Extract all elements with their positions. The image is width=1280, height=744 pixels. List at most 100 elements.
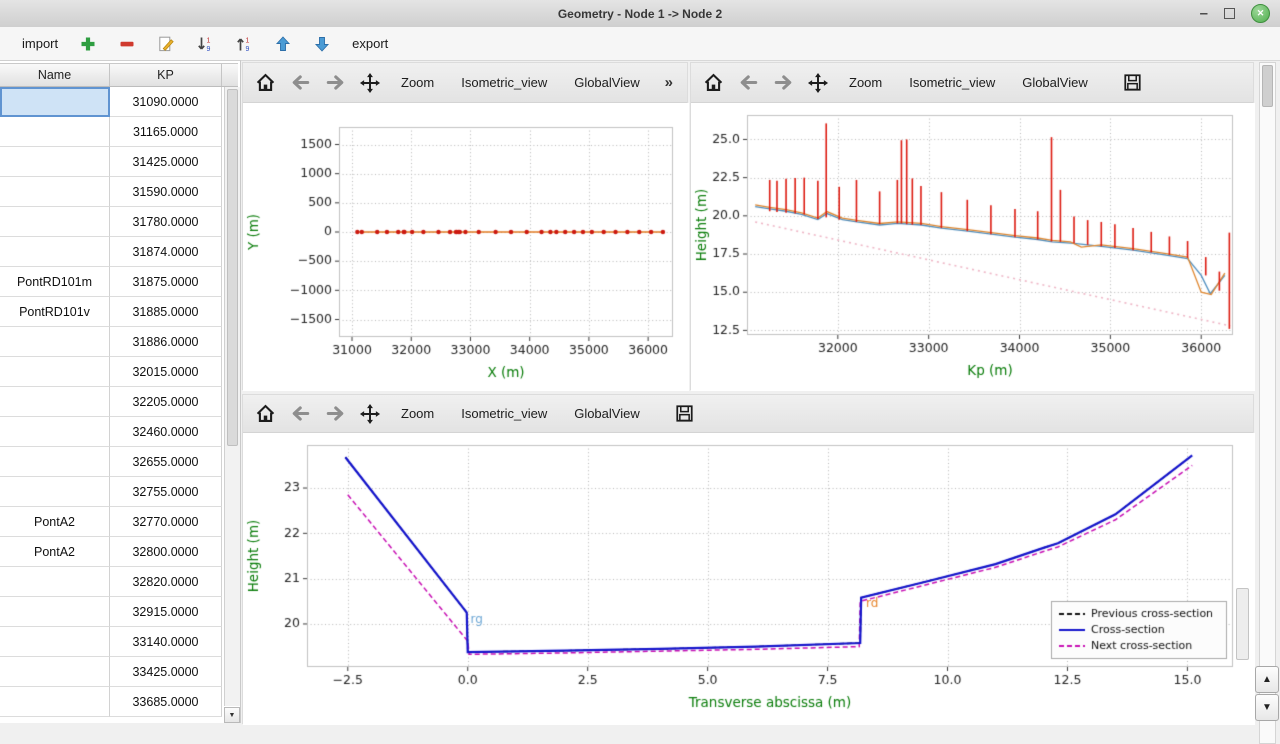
- table-row[interactable]: PontA232800.0000: [0, 537, 222, 567]
- bottom-panel-scrollbar[interactable]: [1236, 588, 1249, 660]
- name-cell[interactable]: PontRD101v: [0, 297, 110, 327]
- profile-view-canvas[interactable]: [691, 103, 1255, 391]
- name-cell[interactable]: [0, 357, 110, 387]
- forward-button[interactable]: [321, 400, 349, 428]
- name-cell[interactable]: [0, 657, 110, 687]
- name-cell[interactable]: [0, 447, 110, 477]
- name-cell[interactable]: [0, 237, 110, 267]
- table-row[interactable]: PontRD101m31875.0000: [0, 267, 222, 297]
- pan-button[interactable]: [356, 69, 384, 97]
- forward-button[interactable]: [769, 69, 797, 97]
- table-scroll-down-button[interactable]: ▼: [224, 707, 240, 723]
- table-row[interactable]: 31165.0000: [0, 117, 222, 147]
- name-cell[interactable]: [0, 597, 110, 627]
- isometric-view-button[interactable]: Isometric_view: [451, 400, 557, 427]
- edit-button[interactable]: [153, 31, 179, 57]
- home-button[interactable]: [699, 69, 727, 97]
- name-cell[interactable]: [0, 687, 110, 717]
- table-row[interactable]: 32915.0000: [0, 597, 222, 627]
- zoom-button[interactable]: Zoom: [391, 400, 444, 427]
- name-cell[interactable]: [0, 417, 110, 447]
- table-row[interactable]: 32015.0000: [0, 357, 222, 387]
- name-cell[interactable]: [0, 177, 110, 207]
- plan-view-canvas[interactable]: [243, 103, 689, 391]
- column-header-kp[interactable]: KP: [110, 64, 222, 86]
- kp-cell[interactable]: 31090.0000: [110, 87, 222, 117]
- forward-button[interactable]: [321, 69, 349, 97]
- zoom-button[interactable]: Zoom: [391, 69, 444, 96]
- table-row[interactable]: 32460.0000: [0, 417, 222, 447]
- kp-cell[interactable]: 32915.0000: [110, 597, 222, 627]
- kp-cell[interactable]: 31780.0000: [110, 207, 222, 237]
- table-row[interactable]: 31590.0000: [0, 177, 222, 207]
- kp-cell[interactable]: 32205.0000: [110, 387, 222, 417]
- table-row[interactable]: PontA232770.0000: [0, 507, 222, 537]
- minimize-button[interactable]: –: [1200, 9, 1208, 19]
- kp-cell[interactable]: 33425.0000: [110, 657, 222, 687]
- table-scrollbar-thumb[interactable]: [227, 89, 238, 446]
- name-cell[interactable]: PontA2: [0, 507, 110, 537]
- zoom-button[interactable]: Zoom: [839, 69, 892, 96]
- save-figure-button[interactable]: [671, 400, 699, 428]
- global-view-button[interactable]: GlobalView: [1012, 69, 1098, 96]
- kp-cell[interactable]: 31425.0000: [110, 147, 222, 177]
- add-row-button[interactable]: [75, 31, 101, 57]
- kp-cell[interactable]: 32800.0000: [110, 537, 222, 567]
- table-row[interactable]: 31425.0000: [0, 147, 222, 177]
- home-button[interactable]: [251, 400, 279, 428]
- name-cell[interactable]: [0, 327, 110, 357]
- table-row[interactable]: 33425.0000: [0, 657, 222, 687]
- move-up-button[interactable]: [270, 31, 296, 57]
- global-view-button[interactable]: GlobalView: [564, 400, 650, 427]
- remove-row-button[interactable]: [114, 31, 140, 57]
- save-figure-button[interactable]: [1119, 69, 1147, 97]
- isometric-view-button[interactable]: Isometric_view: [451, 69, 557, 96]
- move-down-button[interactable]: [309, 31, 335, 57]
- kp-cell[interactable]: 33140.0000: [110, 627, 222, 657]
- export-button[interactable]: export: [348, 34, 392, 53]
- back-button[interactable]: [286, 400, 314, 428]
- name-cell[interactable]: [0, 627, 110, 657]
- table-row[interactable]: 33140.0000: [0, 627, 222, 657]
- table-row[interactable]: 31886.0000: [0, 327, 222, 357]
- scroll-down-button[interactable]: ▼: [1255, 694, 1279, 721]
- name-cell[interactable]: PontRD101m: [0, 267, 110, 297]
- back-button[interactable]: [286, 69, 314, 97]
- close-button[interactable]: ✕: [1251, 4, 1270, 23]
- sort-ascending-button[interactable]: 19: [231, 31, 257, 57]
- main-scrollbar[interactable]: [1259, 62, 1276, 744]
- cross-section-canvas[interactable]: [243, 433, 1255, 725]
- table-row[interactable]: 32655.0000: [0, 447, 222, 477]
- isometric-view-button[interactable]: Isometric_view: [899, 69, 1005, 96]
- kp-cell[interactable]: 31874.0000: [110, 237, 222, 267]
- kp-cell[interactable]: 31875.0000: [110, 267, 222, 297]
- sort-descending-button[interactable]: 19: [192, 31, 218, 57]
- pan-button[interactable]: [804, 69, 832, 97]
- kp-cell[interactable]: 32015.0000: [110, 357, 222, 387]
- name-cell[interactable]: [0, 567, 110, 597]
- table-row[interactable]: 32755.0000: [0, 477, 222, 507]
- name-cell[interactable]: [0, 477, 110, 507]
- toolbar-overflow-button[interactable]: »: [659, 74, 679, 91]
- main-scrollbar-thumb[interactable]: [1262, 65, 1273, 107]
- kp-cell[interactable]: 32460.0000: [110, 417, 222, 447]
- back-button[interactable]: [734, 69, 762, 97]
- name-cell[interactable]: [0, 147, 110, 177]
- scroll-up-button[interactable]: ▲: [1255, 666, 1279, 693]
- table-row[interactable]: 33685.0000: [0, 687, 222, 717]
- kp-cell[interactable]: 31590.0000: [110, 177, 222, 207]
- name-cell[interactable]: [0, 87, 110, 117]
- kp-cell[interactable]: 31165.0000: [110, 117, 222, 147]
- table-row[interactable]: PontRD101v31885.0000: [0, 297, 222, 327]
- table-scrollbar[interactable]: [224, 87, 240, 706]
- table-row[interactable]: 32820.0000: [0, 567, 222, 597]
- table-row[interactable]: 31090.0000: [0, 87, 222, 117]
- kp-cell[interactable]: 31885.0000: [110, 297, 222, 327]
- kp-cell[interactable]: 32655.0000: [110, 447, 222, 477]
- column-header-name[interactable]: Name: [0, 64, 110, 86]
- name-cell[interactable]: [0, 117, 110, 147]
- kp-cell[interactable]: 32820.0000: [110, 567, 222, 597]
- kp-cell[interactable]: 32755.0000: [110, 477, 222, 507]
- kp-cell[interactable]: 33685.0000: [110, 687, 222, 717]
- table-row[interactable]: 31874.0000: [0, 237, 222, 267]
